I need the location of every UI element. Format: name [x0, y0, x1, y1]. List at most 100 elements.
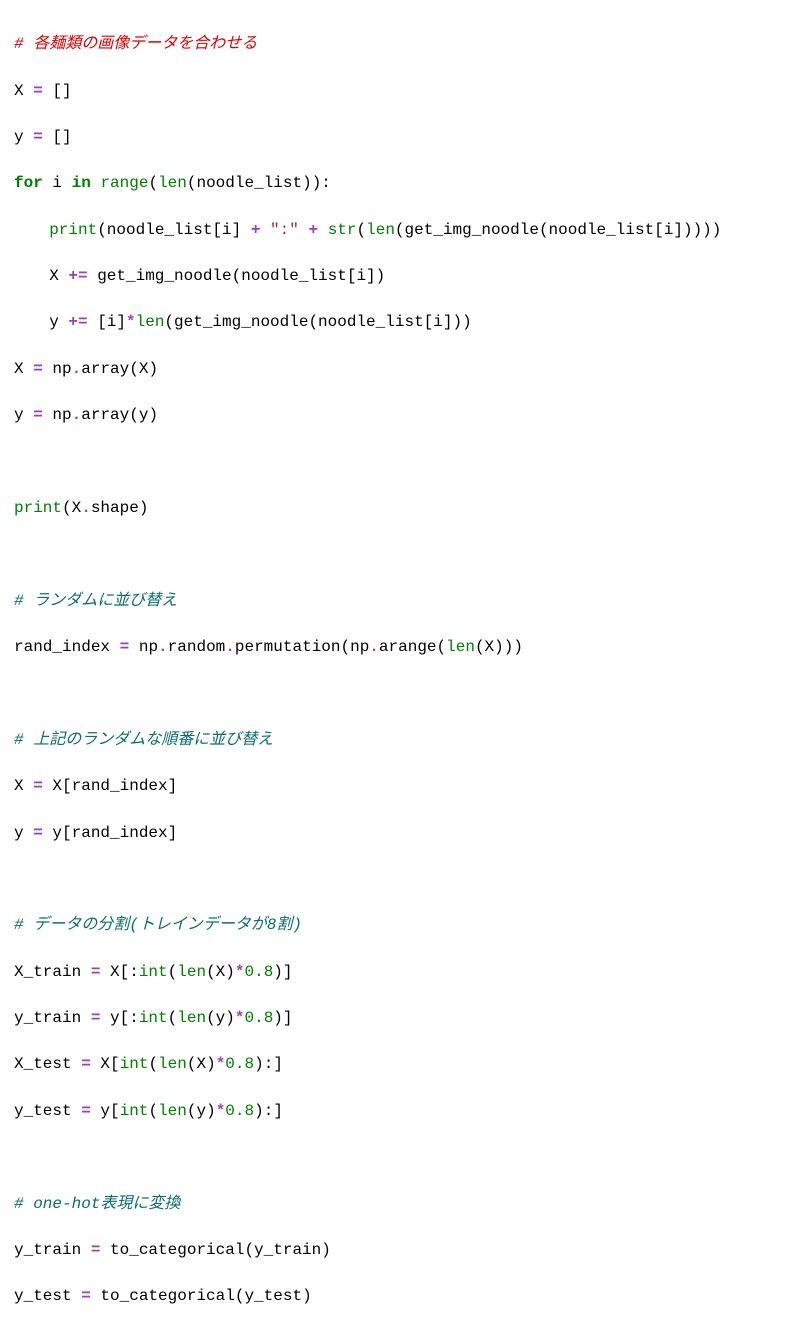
code-text: arange( [379, 638, 446, 656]
code-line: X += get_img_noodle(noodle_list[i]) [14, 265, 786, 288]
builtin: int [139, 963, 168, 981]
code-text: )] [273, 963, 292, 981]
builtin: str [328, 221, 357, 239]
code-text: X[ [91, 1055, 120, 1073]
operator: += [68, 267, 87, 285]
code-line: X_test = X[int(len(X)*0.8):] [14, 1053, 786, 1076]
code-text: X_test [14, 1055, 81, 1073]
operator: = [33, 824, 43, 842]
number-literal: 0.8 [225, 1102, 254, 1120]
code-text: (get_img_noodle(noodle_list[i])))) [395, 221, 721, 239]
code-text: (y) [206, 1009, 235, 1027]
code-line: y_train = to_categorical(y_train) [14, 1239, 786, 1262]
code-text: get_img_noodle(noodle_list[i]) [88, 267, 386, 285]
builtin: int [120, 1055, 149, 1073]
code-text: [] [43, 82, 72, 100]
code-text: X [14, 82, 33, 100]
blank-line [14, 1146, 786, 1169]
builtin: len [177, 1009, 206, 1027]
code-text: y[: [100, 1009, 138, 1027]
builtin: len [136, 313, 165, 331]
blank-line [14, 543, 786, 566]
builtin: int [139, 1009, 168, 1027]
operator: = [33, 406, 43, 424]
builtin: len [158, 1102, 187, 1120]
operator: * [126, 313, 136, 331]
code-line: y = [] [14, 126, 786, 149]
code-text: y [14, 406, 33, 424]
code-text: X[rand_index] [43, 777, 177, 795]
code-text: np [129, 638, 158, 656]
builtin: len [158, 1055, 187, 1073]
code-line: X = X[rand_index] [14, 775, 786, 798]
code-text: i [43, 174, 72, 192]
code-line: X = [] [14, 80, 786, 103]
code-text [91, 174, 101, 192]
code-line: X_train = X[:int(len(X)*0.8)] [14, 961, 786, 984]
code-text: ):] [254, 1102, 283, 1120]
code-text [260, 221, 270, 239]
code-text: y [49, 313, 68, 331]
builtin: range [100, 174, 148, 192]
code-text: (get_img_noodle(noodle_list[i])) [164, 313, 471, 331]
code-text: np [43, 406, 72, 424]
number-literal: 0.8 [225, 1055, 254, 1073]
operator: += [68, 313, 87, 331]
code-line: y = y[rand_index] [14, 822, 786, 845]
code-line: rand_index = np.random.permutation(np.ar… [14, 636, 786, 659]
code-text: y_test [14, 1102, 81, 1120]
code-text: (noodle_list[i] [97, 221, 251, 239]
operator: * [235, 963, 245, 981]
code-text: y [14, 824, 33, 842]
comment-text: # 各麺類の画像データを合わせる [14, 35, 257, 53]
operator: * [216, 1102, 226, 1120]
code-text: np [43, 360, 72, 378]
code-text: to_categorical(y_test) [91, 1287, 312, 1305]
operator: = [33, 360, 43, 378]
code-text: y_test [14, 1287, 81, 1305]
code-line: y += [i]*len(get_img_noodle(noodle_list[… [14, 311, 786, 334]
code-line: # 上記のランダムな順番に並び替え [14, 729, 786, 752]
code-text: [] [43, 128, 72, 146]
builtin: len [158, 174, 187, 192]
operator: = [33, 128, 43, 146]
code-line: y_train = y[:int(len(y)*0.8)] [14, 1007, 786, 1030]
string-literal: ":" [270, 221, 299, 239]
code-text: y_train [14, 1241, 91, 1259]
builtin: print [49, 221, 97, 239]
code-text: ( [357, 221, 367, 239]
code-text: y[ [91, 1102, 120, 1120]
builtin: print [14, 499, 62, 517]
operator: = [81, 1102, 91, 1120]
operator: = [81, 1055, 91, 1073]
code-text [318, 221, 328, 239]
code-text: ( [168, 963, 178, 981]
builtin: int [120, 1102, 149, 1120]
code-text: shape) [91, 499, 149, 517]
code-text: y_train [14, 1009, 91, 1027]
code-line: y = np.array(y) [14, 404, 786, 427]
code-line: # one-hot表現に変換 [14, 1193, 786, 1216]
code-text: random [168, 638, 226, 656]
code-line: # ランダムに並び替え [14, 590, 786, 613]
keyword: for [14, 174, 43, 192]
code-text: permutation(np [235, 638, 369, 656]
blank-line [14, 868, 786, 891]
code-text: array(y) [81, 406, 158, 424]
code-text: ( [148, 1102, 158, 1120]
code-text: X[: [100, 963, 138, 981]
number-literal: 0.8 [244, 963, 273, 981]
operator: = [33, 777, 43, 795]
operator: = [120, 638, 130, 656]
operator: = [91, 963, 101, 981]
code-text: (X) [187, 1055, 216, 1073]
number-literal: 0.8 [244, 1009, 273, 1027]
operator: * [216, 1055, 226, 1073]
operator: = [81, 1287, 91, 1305]
code-line: X = np.array(X) [14, 358, 786, 381]
code-text: ( [168, 1009, 178, 1027]
builtin: len [446, 638, 475, 656]
builtin: len [366, 221, 395, 239]
code-line: y_test = to_categorical(y_test) [14, 1285, 786, 1308]
code-line: print(noodle_list[i] + ":" + str(len(get… [14, 219, 786, 242]
